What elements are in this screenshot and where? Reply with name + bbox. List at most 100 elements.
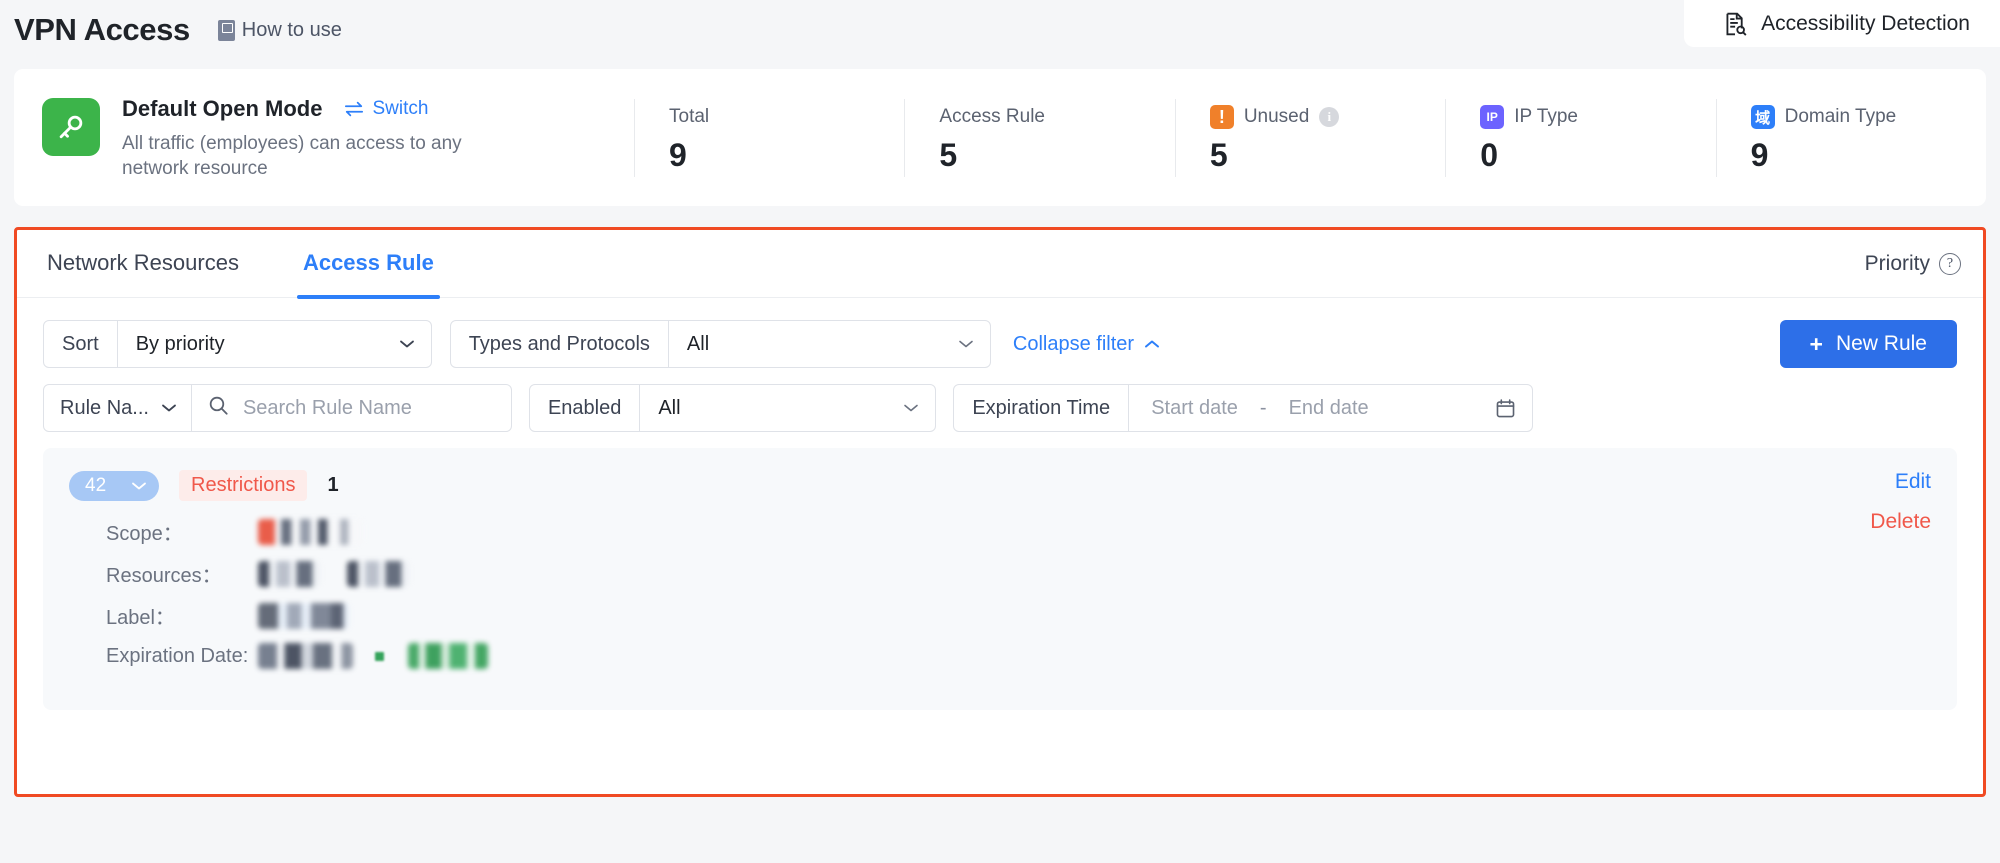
stat-unused: ! Unused i 5 [1174,98,1445,177]
plus-icon: + [1809,330,1823,357]
types-protocols-select[interactable]: All [669,321,990,367]
stat-access-rule-label: Access Rule [939,106,1046,127]
enabled-select[interactable]: All [640,385,935,431]
rule-priority-badge[interactable]: 42 [69,470,159,501]
sort-filter[interactable]: Sort By priority [43,320,432,368]
domain-badge-icon: 域 [1750,105,1775,129]
search-placeholder: Search Rule Name [242,396,412,419]
expiration-date-label: Expiration Date: [106,644,249,667]
warning-exclamation-icon: ! [1209,105,1234,129]
stat-domain-type-label: Domain Type [1784,106,1897,127]
summary-card: Default Open Mode Switch All traffic (em… [14,69,1986,206]
rule-fields: Scope： Resources： Label： Expiration Date… [69,517,1931,669]
chevron-down-icon [903,403,919,413]
ip-badge-icon: IP [1480,105,1505,129]
types-protocols-filter[interactable]: Types and Protocols All [449,320,991,368]
accessibility-detection-button[interactable]: Accessibility Detection [1684,0,2000,47]
end-date-placeholder: End date [1288,396,1369,419]
enabled-label: Enabled [547,396,622,419]
rule-field-label: Label： [106,601,1931,630]
rule-actions: Edit Delete [1870,470,1931,550]
types-protocols-value: All [686,332,710,355]
document-search-icon [1722,10,1748,38]
new-rule-button[interactable]: + New Rule [1779,320,1957,368]
date-separator: - [1259,396,1267,419]
start-date-placeholder: Start date [1151,396,1238,419]
priority-help[interactable]: Priority ? [1865,252,1961,276]
sort-select[interactable]: By priority [118,321,431,367]
priority-label: Priority [1864,251,1930,275]
stat-total: Total 9 [634,98,904,177]
stat-ip-type-value: 0 [1480,137,1499,173]
switch-label: Switch [372,97,429,119]
default-mode-block: Default Open Mode Switch All traffic (em… [14,94,634,182]
page-title: VPN Access [14,12,190,47]
rule-name-search-filter[interactable]: Rule Na... Search Rule Name [43,384,512,432]
mode-title: Default Open Mode [122,95,323,121]
chevron-down-icon [958,339,974,349]
scope-label: Scope： [106,523,183,545]
question-circle-icon[interactable]: ? [1939,252,1961,275]
sort-value: By priority [135,332,225,355]
mode-description: All traffic (employees) can access to an… [122,132,462,179]
enabled-filter[interactable]: Enabled All [528,384,937,432]
label-label: Label： [106,607,175,629]
info-icon[interactable]: i [1319,107,1340,127]
tab-access-rule[interactable]: Access Rule [296,230,440,299]
resource-value-redacted [347,560,409,587]
rule-name-label: Rule Na... [60,396,149,419]
delete-rule-link[interactable]: Delete [1870,510,1931,534]
restrictions-tag: Restrictions [179,470,308,501]
calendar-icon[interactable] [1495,398,1516,419]
swap-arrows-icon [344,101,364,117]
key-icon [42,97,100,156]
rule-number: 1 [327,474,339,496]
stat-unused-value: 5 [1209,137,1228,173]
how-to-use-label: How to use [241,18,342,41]
resources-label: Resources： [106,565,222,587]
book-icon [217,19,235,41]
rule-field-scope: Scope： [106,517,1931,546]
rule-priority-value: 42 [85,474,107,496]
stat-ip-type-label: IP Type [1514,106,1578,127]
switch-mode-link[interactable]: Switch [344,98,428,120]
stat-total-label: Total [669,106,710,127]
status-dot-icon [375,651,384,661]
panel-tabs: Network Resources Access Rule Priority ? [17,230,1983,299]
resource-value-redacted [258,560,320,587]
access-rule-panel: Network Resources Access Rule Priority ?… [14,227,1986,797]
chevron-up-icon [1144,339,1160,349]
collapse-filter-button[interactable]: Collapse filter [1013,333,1160,356]
how-to-use-link[interactable]: How to use [217,18,342,42]
collapse-filter-label: Collapse filter [1012,332,1135,355]
chevron-down-icon [399,339,415,349]
stat-access-rule: Access Rule 5 [904,98,1174,177]
expiration-time-filter[interactable]: Expiration Time Start date - End date [953,384,1534,432]
stat-unused-label: Unused [1243,106,1310,127]
stat-domain-type-value: 9 [1750,137,1769,173]
edit-rule-link[interactable]: Edit [1870,470,1931,494]
search-input[interactable]: Search Rule Name [192,385,511,431]
types-protocols-label: Types and Protocols [468,332,650,355]
search-icon [208,395,229,421]
stat-domain-type: 域 Domain Type 9 [1715,98,1986,177]
chevron-down-icon [161,403,177,413]
filter-row-secondary: Rule Na... Search Rule Name Enabled All … [43,384,1957,432]
new-rule-label: New Rule [1835,332,1927,355]
chevron-down-icon [131,481,147,491]
rule-field-expiration-date: Expiration Date: [106,643,1931,669]
expiration-date-value-redacted [258,643,353,669]
rule-name-select[interactable]: Rule Na... [44,385,191,431]
scope-value-redacted [258,518,363,545]
tab-network-resources[interactable]: Network Resources [43,230,243,298]
label-value-redacted [258,602,349,629]
stat-ip-type: IP IP Type 0 [1445,98,1715,177]
status-value-redacted [408,643,488,669]
stat-access-rule-value: 5 [939,137,958,173]
date-range-picker[interactable]: Start date - End date [1129,385,1532,431]
sort-label: Sort [62,332,99,355]
enabled-value: All [658,396,681,419]
filter-row-primary: Sort By priority Types and Protocols All [43,320,1957,368]
rule-header: 42 Restrictions 1 [69,470,1931,501]
top-bar: VPN Access How to use Accessibility Dete… [0,0,2000,60]
